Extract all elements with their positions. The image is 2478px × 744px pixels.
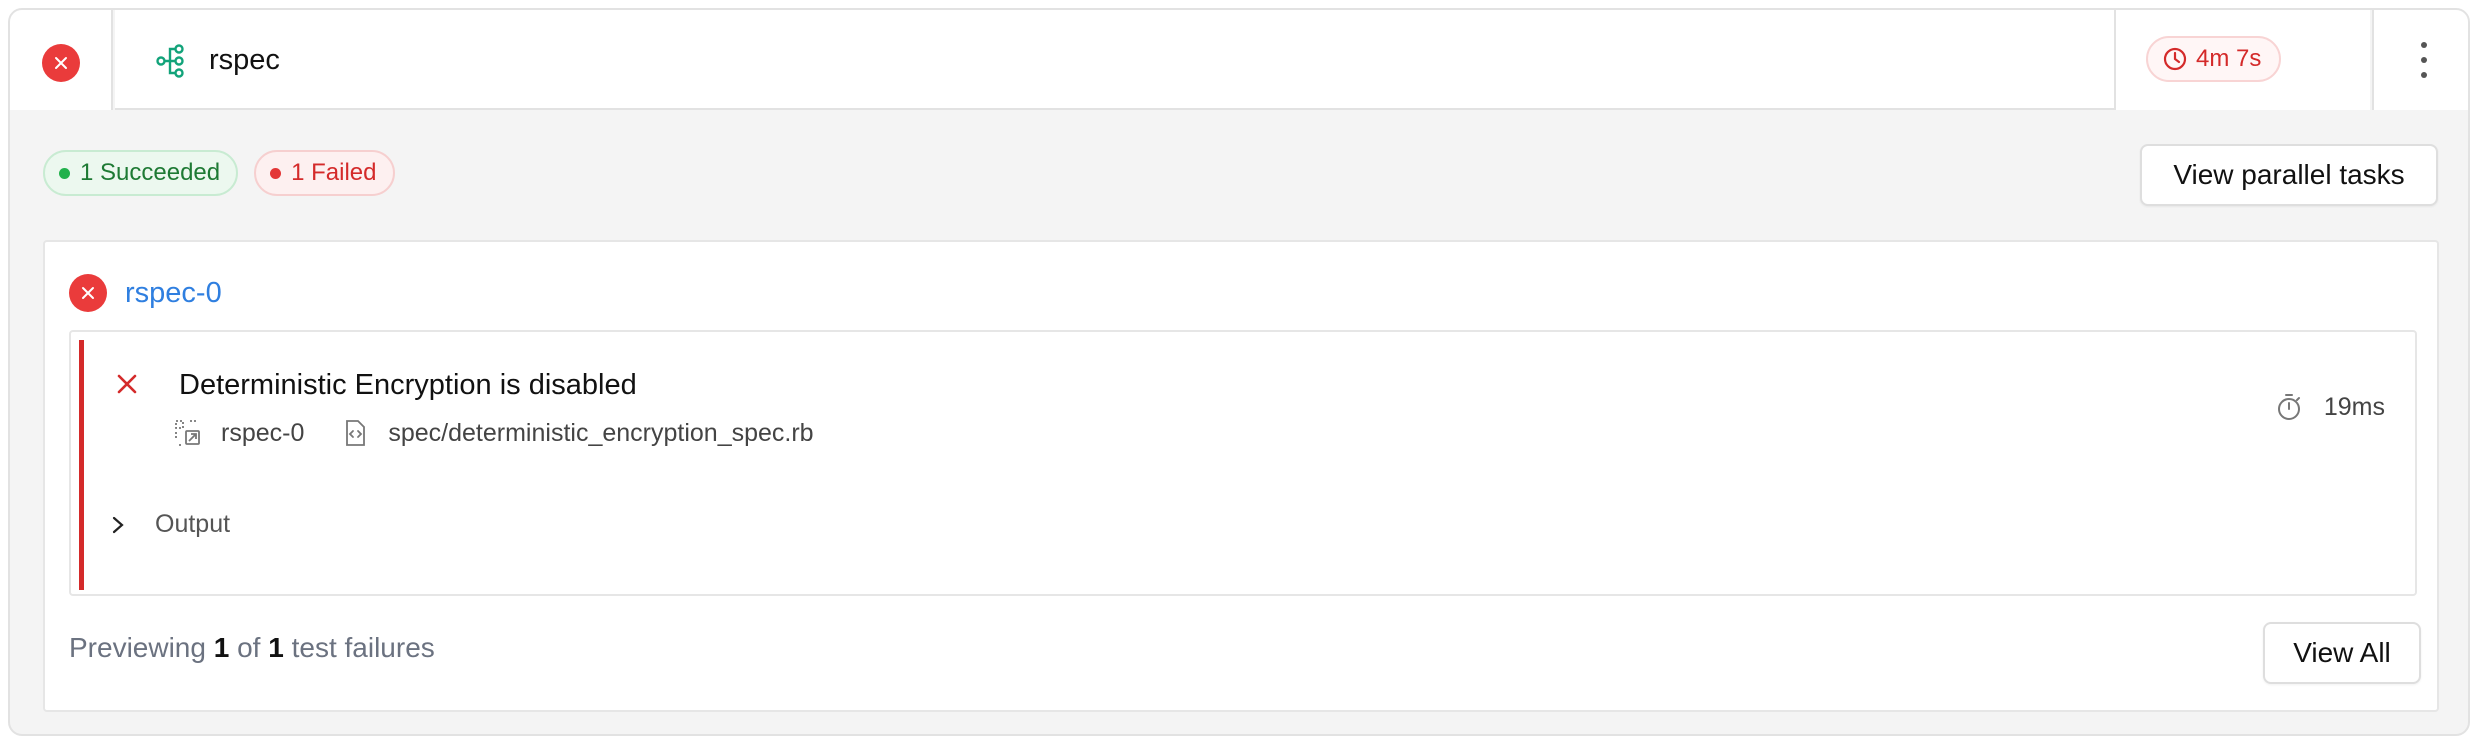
output-label: Output bbox=[155, 510, 231, 538]
success-dot-icon bbox=[59, 167, 70, 179]
succeeded-label: 1 Succeeded bbox=[80, 159, 221, 186]
preview-prefix: Previewing bbox=[69, 632, 206, 663]
duration-badge: 4m 7s bbox=[2146, 36, 2282, 82]
code-file-icon bbox=[346, 420, 366, 446]
failed-dot-icon bbox=[270, 167, 282, 179]
duration-text: 4m 7s bbox=[2196, 45, 2262, 72]
failed-status-icon bbox=[42, 44, 80, 82]
preview-suffix: test failures bbox=[291, 632, 435, 663]
view-all-button[interactable]: View All bbox=[2263, 622, 2421, 684]
preview-of: of bbox=[237, 632, 261, 663]
preview-shown-count: 1 bbox=[213, 632, 230, 663]
job-icon bbox=[175, 420, 200, 446]
failure-x-icon bbox=[117, 374, 137, 394]
stopwatch-icon bbox=[2277, 394, 2300, 420]
failure-duration: 19ms bbox=[2274, 392, 2385, 422]
more-menu-button[interactable] bbox=[2372, 10, 2468, 110]
summary-pills: 1 Succeeded 1 Failed bbox=[43, 150, 395, 196]
clock-icon bbox=[2163, 47, 2187, 71]
failure-title: Deterministic Encryption is disabled bbox=[179, 369, 637, 401]
step-title-cell[interactable]: rspec bbox=[115, 10, 2122, 110]
step-title: rspec bbox=[209, 44, 280, 76]
duration-cell: 4m 7s bbox=[2114, 10, 2370, 110]
failure-job-name: rspec-0 bbox=[221, 418, 305, 447]
step-card: rspec 4m 7s 1 Succeeded 1 Failed View pa… bbox=[8, 8, 2470, 736]
step-status-cell bbox=[10, 10, 113, 110]
failure-stripe bbox=[79, 340, 84, 590]
chevron-right-icon bbox=[112, 516, 124, 533]
failure-meta: rspec-0 spec/deterministic_encryption_sp… bbox=[173, 418, 814, 448]
step-header: rspec 4m 7s bbox=[10, 10, 2468, 110]
pipeline-tree-icon bbox=[156, 44, 184, 78]
job-failed-icon bbox=[69, 274, 107, 312]
view-parallel-tasks-button[interactable]: View parallel tasks bbox=[2140, 144, 2438, 206]
preview-summary: Previewing 1 of 1 test failures bbox=[69, 632, 435, 664]
test-failure-item: Deterministic Encryption is disabled rsp… bbox=[69, 330, 2417, 596]
output-toggle[interactable]: Output bbox=[111, 510, 230, 539]
failure-file-path[interactable]: spec/deterministic_encryption_spec.rb bbox=[388, 419, 813, 448]
job-link[interactable]: rspec-0 bbox=[125, 275, 222, 311]
failed-badge[interactable]: 1 Failed bbox=[254, 150, 395, 196]
preview-total-count: 1 bbox=[268, 632, 284, 663]
kebab-menu-icon bbox=[2414, 38, 2434, 82]
failure-duration-text: 19ms bbox=[2323, 392, 2385, 421]
failed-label: 1 Failed bbox=[291, 159, 377, 186]
job-failures-panel: rspec-0 Deterministic Encryption is disa… bbox=[43, 240, 2439, 712]
succeeded-badge[interactable]: 1 Succeeded bbox=[43, 150, 239, 196]
